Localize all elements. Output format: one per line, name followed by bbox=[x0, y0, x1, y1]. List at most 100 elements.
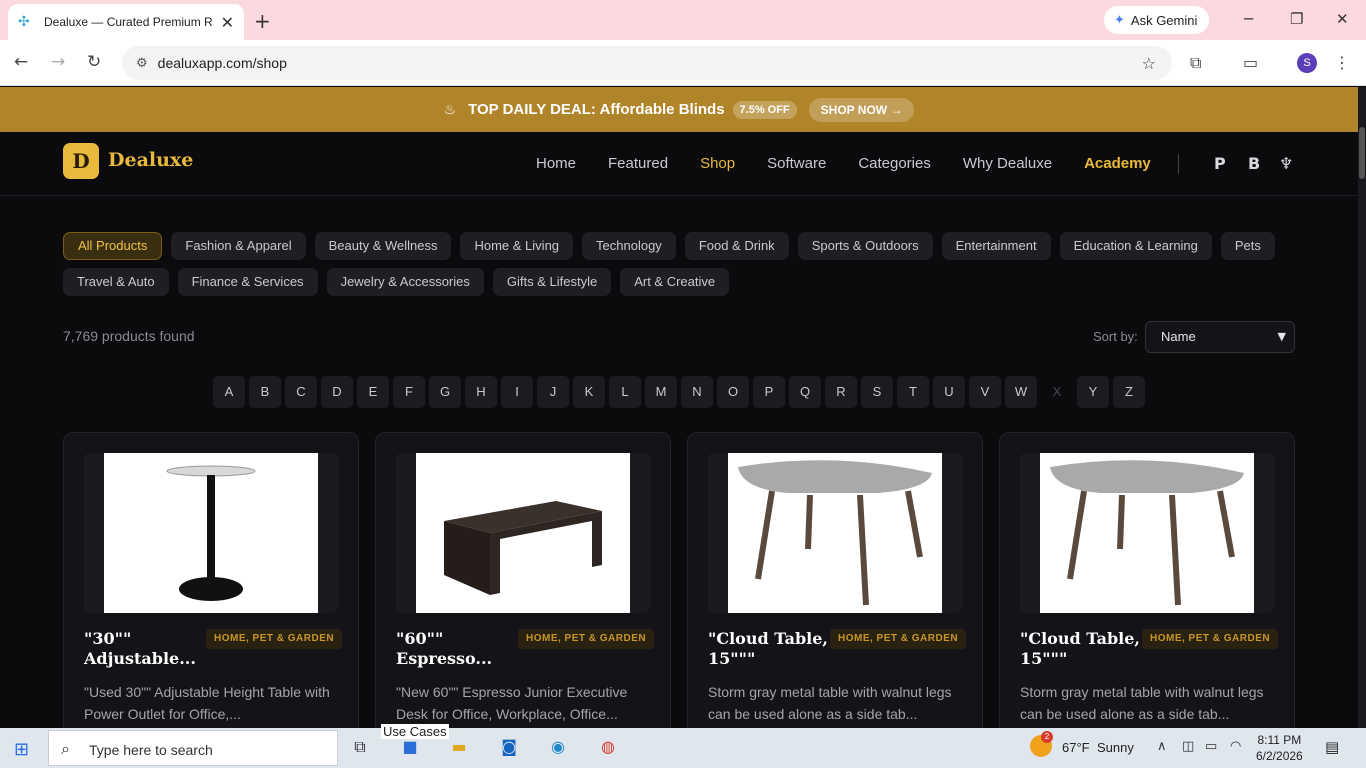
letter-o[interactable]: O bbox=[717, 376, 749, 408]
close-window-icon[interactable]: ✕ bbox=[1336, 10, 1349, 28]
ask-gemini-button[interactable]: ✦ Ask Gemini bbox=[1104, 6, 1210, 34]
category-art-creative[interactable]: Art & Creative bbox=[620, 268, 730, 296]
restore-icon[interactable]: ❐ bbox=[1290, 10, 1303, 28]
profile-avatar[interactable]: S bbox=[1297, 53, 1317, 73]
category-food-drink[interactable]: Food & Drink bbox=[684, 232, 789, 260]
product-image[interactable] bbox=[1040, 453, 1254, 613]
letter-y[interactable]: Y bbox=[1077, 376, 1109, 408]
letter-k[interactable]: K bbox=[573, 376, 605, 408]
chrome-icon[interactable]: ◍ bbox=[596, 737, 620, 759]
brand-name[interactable]: Dealuxe bbox=[108, 149, 193, 171]
chevron-up-icon[interactable]: ∧ bbox=[1157, 739, 1167, 754]
system-clock[interactable]: 8:11 PM 6/2/2026 bbox=[1256, 732, 1303, 764]
category-fashion-apparel[interactable]: Fashion & Apparel bbox=[171, 232, 306, 260]
product-card[interactable]: "Cloud Table, 15""" HOME, PET & GARDEN S… bbox=[687, 432, 983, 752]
site-info-icon[interactable]: ⚙ bbox=[136, 56, 148, 71]
product-name[interactable]: "Cloud Table, 15""" bbox=[1020, 629, 1140, 669]
letter-w[interactable]: W bbox=[1005, 376, 1037, 408]
letter-r[interactable]: R bbox=[825, 376, 857, 408]
letter-m[interactable]: M bbox=[645, 376, 677, 408]
category-pets[interactable]: Pets bbox=[1220, 232, 1275, 260]
product-name[interactable]: "Cloud Table, 15""" bbox=[708, 629, 828, 669]
menu-kebab-icon[interactable]: ⋮ bbox=[1334, 53, 1350, 72]
letter-l[interactable]: L bbox=[609, 376, 641, 408]
product-image[interactable] bbox=[416, 453, 630, 613]
microsoft-store-icon[interactable]: ■ bbox=[398, 737, 422, 759]
letter-p[interactable]: P bbox=[753, 376, 785, 408]
sort-select[interactable]: Name ▼ bbox=[1145, 321, 1295, 353]
letter-i[interactable]: I bbox=[501, 376, 533, 408]
nav-academy[interactable]: Academy bbox=[1084, 155, 1151, 172]
weather-temperature[interactable]: 67°F bbox=[1062, 740, 1090, 755]
product-image[interactable] bbox=[728, 453, 942, 613]
product-card[interactable]: "Cloud Table, 15""" HOME, PET & GARDEN S… bbox=[999, 432, 1295, 752]
product-hunt-icon[interactable]: ♆ bbox=[1279, 154, 1293, 173]
reload-icon[interactable]: ↻ bbox=[87, 52, 101, 72]
meet-now-icon[interactable]: ◫ bbox=[1182, 739, 1194, 754]
letter-n[interactable]: N bbox=[681, 376, 713, 408]
nav-featured[interactable]: Featured bbox=[608, 155, 668, 172]
wifi-icon[interactable]: ◠ bbox=[1230, 739, 1241, 754]
product-image[interactable] bbox=[104, 453, 318, 613]
nav-categories[interactable]: Categories bbox=[858, 155, 931, 172]
category-gifts-lifestyle[interactable]: Gifts & Lifestyle bbox=[492, 268, 612, 296]
shop-now-button[interactable]: SHOP NOW → bbox=[808, 97, 915, 122]
nav-software[interactable]: Software bbox=[767, 155, 826, 172]
product-name[interactable]: "30"" Adjustable... bbox=[84, 629, 204, 669]
product-name[interactable]: "60"" Espresso... bbox=[396, 629, 516, 669]
new-tab-button[interactable]: + bbox=[254, 9, 271, 33]
extensions-icon[interactable]: ⧉ bbox=[1190, 53, 1201, 73]
category-education-learning[interactable]: Education & Learning bbox=[1059, 232, 1212, 260]
edge-icon[interactable]: ◉ bbox=[546, 737, 570, 759]
letter-q[interactable]: Q bbox=[789, 376, 821, 408]
browser-tab[interactable]: ✣ Dealuxe — Curated Premium R ✕ bbox=[8, 4, 244, 40]
tab-search-icon[interactable]: ▭ bbox=[1243, 53, 1258, 72]
brand-logo-icon[interactable]: D bbox=[63, 143, 99, 179]
minimize-icon[interactable]: ─ bbox=[1244, 10, 1253, 28]
scrollbar-thumb[interactable] bbox=[1359, 127, 1365, 179]
letter-z[interactable]: Z bbox=[1113, 376, 1145, 408]
letter-c[interactable]: C bbox=[285, 376, 317, 408]
letter-s[interactable]: S bbox=[861, 376, 893, 408]
taskbar-search[interactable]: ⌕ Type here to search bbox=[48, 730, 338, 766]
category-travel-auto[interactable]: Travel & Auto bbox=[63, 268, 169, 296]
weather-condition[interactable]: Sunny bbox=[1097, 740, 1134, 755]
back-arrow-icon[interactable]: ← bbox=[14, 52, 28, 72]
url-text[interactable]: dealuxapp.com/shop bbox=[158, 55, 287, 71]
letter-d[interactable]: D bbox=[321, 376, 353, 408]
category-sports-outdoors[interactable]: Sports & Outdoors bbox=[797, 232, 933, 260]
task-view-icon[interactable]: ⧉ bbox=[348, 737, 372, 759]
letter-a[interactable]: A bbox=[213, 376, 245, 408]
category-beauty-wellness[interactable]: Beauty & Wellness bbox=[314, 232, 452, 260]
pinterest-icon[interactable]: P bbox=[1214, 154, 1226, 173]
file-explorer-icon[interactable]: ▬ bbox=[447, 737, 471, 759]
address-bar[interactable]: ⚙ dealuxapp.com/shop ☆ bbox=[122, 46, 1172, 80]
page-scrollbar[interactable] bbox=[1358, 87, 1366, 728]
letter-u[interactable]: U bbox=[933, 376, 965, 408]
nav-home[interactable]: Home bbox=[536, 155, 576, 172]
close-tab-icon[interactable]: ✕ bbox=[221, 13, 234, 32]
notification-center-icon[interactable]: ▤ bbox=[1325, 738, 1339, 756]
product-card[interactable]: "60"" Espresso... HOME, PET & GARDEN "Ne… bbox=[375, 432, 671, 752]
product-card[interactable]: "30"" Adjustable... HOME, PET & GARDEN "… bbox=[63, 432, 359, 752]
outlook-icon[interactable]: ◙ bbox=[497, 737, 521, 759]
nav-why-dealuxe[interactable]: Why Dealuxe bbox=[963, 155, 1052, 172]
category-technology[interactable]: Technology bbox=[582, 232, 676, 260]
nav-shop[interactable]: Shop bbox=[700, 155, 735, 172]
letter-e[interactable]: E bbox=[357, 376, 389, 408]
forward-arrow-icon[interactable]: → bbox=[51, 52, 65, 72]
category-jewelry-accessories[interactable]: Jewelry & Accessories bbox=[326, 268, 484, 296]
letter-v[interactable]: V bbox=[969, 376, 1001, 408]
battery-icon[interactable]: ▭ bbox=[1205, 739, 1217, 754]
letter-h[interactable]: H bbox=[465, 376, 497, 408]
category-entertainment[interactable]: Entertainment bbox=[941, 232, 1051, 260]
letter-t[interactable]: T bbox=[897, 376, 929, 408]
windows-start-icon[interactable]: ⊞ bbox=[14, 739, 29, 760]
letter-g[interactable]: G bbox=[429, 376, 461, 408]
blog-icon[interactable]: B bbox=[1248, 154, 1260, 173]
bookmark-star-icon[interactable]: ☆ bbox=[1142, 54, 1156, 73]
category-finance-services[interactable]: Finance & Services bbox=[177, 268, 318, 296]
category-all-products[interactable]: All Products bbox=[63, 232, 163, 260]
letter-f[interactable]: F bbox=[393, 376, 425, 408]
category-home-living[interactable]: Home & Living bbox=[460, 232, 574, 260]
